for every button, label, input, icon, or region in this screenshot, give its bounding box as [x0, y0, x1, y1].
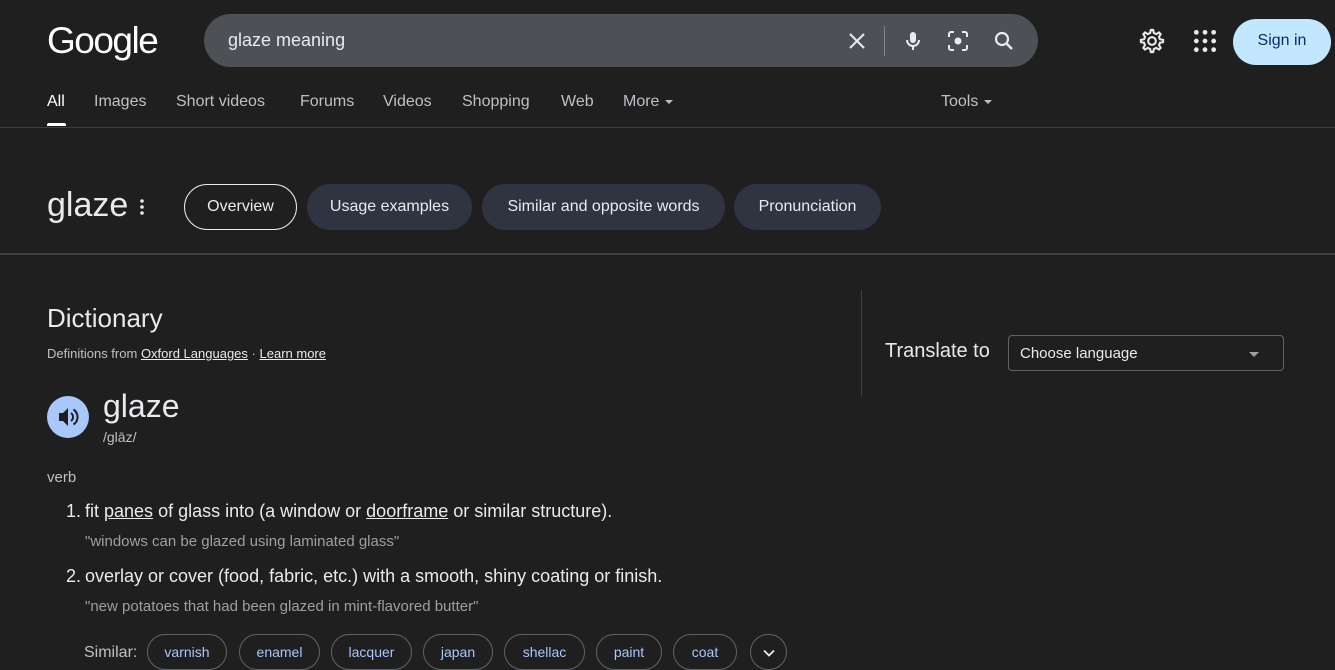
source-prefix: Definitions from [47, 346, 138, 361]
definition-example: "windows can be glazed using laminated g… [85, 533, 400, 550]
chip-overview[interactable]: Overview [184, 184, 297, 230]
definition-part: or similar structure). [448, 501, 613, 521]
tools-label: Tools [941, 93, 979, 110]
definition-part: of glass into (a window or [153, 501, 367, 521]
definition-number: 1. [66, 501, 82, 521]
chip-usage-examples[interactable]: Usage examples [307, 184, 472, 230]
apps-grid-icon[interactable] [1192, 28, 1218, 54]
similar-label: Similar: [84, 644, 138, 661]
translate-label: Translate to [885, 340, 990, 362]
doorframe-link[interactable]: doorframe [366, 501, 448, 521]
definition-part: fit [85, 501, 105, 521]
chip-similar-opposite-words[interactable]: Similar and opposite words [482, 184, 725, 230]
language-select[interactable]: Choose language [1008, 335, 1284, 371]
word-title: glaze [47, 186, 129, 224]
synonym-chip[interactable]: varnish [147, 634, 227, 670]
speaker-icon[interactable] [47, 396, 89, 438]
search-tabs: All Images Short videos Forums Videos Sh… [0, 82, 1335, 128]
source-separator: · [251, 346, 256, 361]
column-divider [861, 290, 862, 397]
tab-shopping[interactable]: Shopping [462, 93, 530, 111]
word-bar: glaze Overview Usage examples Similar an… [0, 128, 1335, 255]
learn-more-link[interactable]: Learn more [260, 346, 326, 361]
tools-button[interactable]: Tools [941, 93, 993, 111]
sign-in-button[interactable]: Sign in [1233, 19, 1331, 65]
headword: glaze [103, 388, 180, 424]
tab-all[interactable]: All [47, 93, 65, 111]
caret-down-icon [1249, 352, 1259, 357]
clear-icon[interactable] [845, 29, 869, 53]
synonym-chip[interactable]: japan [423, 634, 493, 670]
search-box[interactable]: glaze meaning [204, 14, 1038, 67]
definition-number: 2. [66, 566, 82, 586]
settings-gear-icon[interactable] [1138, 27, 1166, 55]
dictionary-title: Dictionary [47, 303, 163, 333]
definition-example: "new potatoes that had been glazed in mi… [85, 598, 479, 615]
chip-pronunciation[interactable]: Pronunciation [734, 184, 881, 230]
search-divider [884, 26, 885, 56]
tab-videos[interactable]: Videos [383, 93, 432, 111]
panes-link[interactable]: panes [104, 501, 153, 521]
tab-web[interactable]: Web [561, 93, 594, 111]
synonym-chip[interactable]: shellac [504, 634, 585, 670]
tab-short-videos[interactable]: Short videos [176, 93, 265, 111]
more-vert-icon[interactable] [140, 199, 144, 215]
lens-icon[interactable] [946, 29, 970, 53]
search-input[interactable]: glaze meaning [228, 30, 345, 51]
definition-text: fit panes of glass into (a window or doo… [85, 501, 612, 522]
phonetic-spelling: /glāz/ [103, 429, 137, 445]
google-logo[interactable]: Google [47, 20, 159, 62]
language-select-value: Choose language [1020, 345, 1138, 362]
search-icon[interactable] [992, 29, 1016, 53]
caret-down-icon [665, 99, 674, 104]
tab-images[interactable]: Images [94, 93, 146, 111]
synonym-chip[interactable]: coat [673, 634, 737, 670]
tab-more-label: More [623, 93, 660, 110]
caret-down-icon [984, 99, 993, 104]
chevron-down-icon [763, 649, 775, 657]
oxford-languages-link[interactable]: Oxford Languages [141, 346, 248, 361]
definitions-source: Definitions from Oxford Languages · Lear… [47, 346, 326, 361]
synonym-chip[interactable]: enamel [239, 634, 320, 670]
tab-more[interactable]: More [623, 93, 674, 111]
definition-text: overlay or cover (food, fabric, etc.) wi… [85, 566, 663, 586]
synonym-chip[interactable]: paint [596, 634, 662, 670]
header: Google glaze meaning Sign in [0, 0, 1335, 82]
tab-forums[interactable]: Forums [300, 93, 354, 111]
mic-icon[interactable] [901, 29, 925, 53]
active-tab-indicator [47, 123, 66, 126]
more-synonyms-button[interactable] [750, 634, 787, 670]
synonym-chip[interactable]: lacquer [331, 634, 412, 670]
part-of-speech: verb [47, 469, 77, 486]
